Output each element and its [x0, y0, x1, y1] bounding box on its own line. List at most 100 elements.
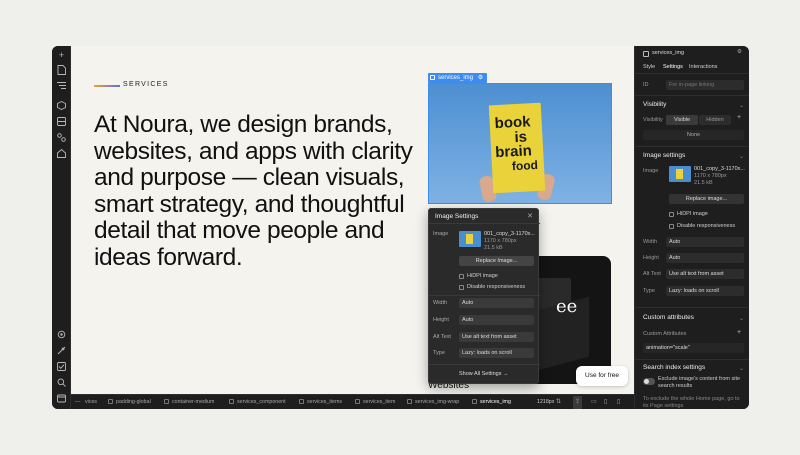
width-readout: 1218px — [537, 399, 555, 405]
search-note: To exclude the whole Home page, go to it… — [643, 396, 740, 409]
custom-attributes-section-title[interactable]: Custom attributes — [643, 314, 694, 321]
panel-divider — [635, 359, 749, 360]
design-canvas[interactable]: SERVICES At Noura, we design brands, web… — [71, 46, 634, 394]
popup-type-label: Type — [433, 350, 445, 356]
check-icon[interactable] — [55, 362, 68, 375]
popup-hidpi-checkbox[interactable] — [459, 274, 464, 279]
settings-gear-icon[interactable]: ⚙ — [478, 75, 483, 81]
alt-text-select[interactable]: Use alt text from asset — [666, 269, 744, 279]
exclude-search-label: Exclude image's content from site search… — [658, 376, 741, 389]
panel-divider — [635, 73, 749, 74]
left-toolbar: + — [52, 46, 71, 409]
search-index-section-title[interactable]: Search index settings — [643, 364, 705, 371]
popup-type-select[interactable]: Lazy: loads on scroll — [459, 348, 534, 358]
popup-image-thumb[interactable] — [459, 231, 481, 247]
navigator-icon[interactable] — [55, 81, 68, 94]
panel-divider — [635, 95, 749, 96]
popup-height-select[interactable]: Auto — [459, 315, 534, 325]
image-label: Image — [643, 168, 659, 174]
tablet-icon[interactable]: ▯ — [604, 395, 607, 409]
disable-resp-checkbox[interactable] — [669, 224, 674, 229]
chevron-down-icon[interactable]: ⌄ — [739, 315, 744, 322]
breadcrumb-item[interactable]: services_items — [299, 395, 342, 409]
breadcrumb-item[interactable]: vices — [85, 395, 97, 409]
breadcrumb-item[interactable]: padding-global — [108, 395, 151, 409]
popup-alt-select[interactable]: Use alt text from asset — [459, 332, 534, 342]
breadcrumb-label: padding-global — [116, 399, 151, 405]
help-icon[interactable] — [55, 394, 68, 407]
arrow-right-icon: → — [503, 371, 509, 377]
show-all-label: Show All Settings — [459, 371, 502, 377]
box-icon[interactable] — [55, 117, 68, 130]
popup-alt-label: Alt Text — [433, 334, 451, 340]
image-thumb[interactable] — [669, 166, 691, 182]
mobile-icon[interactable]: ▯ — [617, 395, 620, 409]
image-settings-popup[interactable]: Image Settings ✕ Image 001_copy_3-1170x.… — [428, 208, 540, 384]
popup-divider — [429, 364, 540, 365]
designer-window: + SERVICES At Noura, we design brands, w… — [52, 46, 749, 409]
popup-width-select[interactable]: Auto — [459, 298, 534, 308]
breadcrumb-label: services_img-wrap — [415, 399, 460, 405]
popup-disable-resp-checkbox[interactable] — [459, 285, 464, 290]
custom-attribute-row[interactable]: animation="scale" — [643, 343, 744, 353]
share-icon[interactable]: ⇪ — [573, 396, 583, 409]
image-element-icon — [643, 51, 649, 57]
height-select[interactable]: Auto — [666, 253, 744, 263]
selection-tag[interactable]: services_img ⚙ — [428, 73, 488, 83]
close-icon[interactable]: ✕ — [527, 212, 533, 220]
chevron-down-icon[interactable]: ⌄ — [739, 365, 744, 372]
breadcrumb-item-current[interactable]: services_img — [472, 395, 511, 409]
breadcrumb-item[interactable]: services_component — [229, 395, 286, 409]
div-block-icon — [407, 399, 412, 404]
popup-replace-button[interactable]: Replace Image... — [459, 256, 534, 266]
display-none-field[interactable]: None — [643, 130, 744, 140]
image-size: 21.5 kB — [694, 180, 713, 186]
id-input[interactable] — [666, 80, 744, 90]
chevron-down-icon[interactable]: ⌄ — [739, 102, 744, 109]
popup-dimensions: 1170 x 780px — [484, 238, 517, 244]
tab-settings[interactable]: Settings — [663, 64, 683, 70]
element-settings-icon[interactable]: ⚙ — [737, 49, 742, 55]
selection-tag-label: services_img — [438, 75, 474, 81]
add-attribute-icon[interactable]: + — [737, 329, 741, 336]
popup-divider — [429, 295, 540, 296]
breadcrumb-item[interactable]: services_img-wrap — [407, 395, 459, 409]
type-select[interactable]: Lazy: loads on scroll — [666, 286, 744, 296]
image-element-icon — [430, 75, 435, 80]
hidden-toggle[interactable]: Hidden — [699, 115, 731, 125]
height-label: Height — [643, 255, 659, 261]
chevron-down-icon[interactable]: ⌄ — [739, 153, 744, 160]
popup-hidpi-label: HiDPI image — [467, 273, 498, 279]
breadcrumb-ellipsis[interactable]: — — [75, 395, 80, 409]
visibility-section-title[interactable]: Visibility — [643, 101, 666, 108]
hero-headline[interactable]: At Noura, we design brands, websites, an… — [94, 111, 414, 272]
desktop-icon[interactable]: ▭ — [591, 395, 597, 409]
replace-image-button[interactable]: Replace image... — [669, 194, 744, 204]
width-select[interactable]: Auto — [666, 237, 744, 247]
breadcrumb-item[interactable]: container-medium — [164, 395, 214, 409]
type-label: Type — [643, 288, 655, 294]
settings-icon[interactable] — [55, 330, 68, 343]
breadcrumb-label: services_component — [237, 399, 286, 405]
exclude-search-toggle[interactable] — [643, 378, 655, 385]
div-block-icon — [229, 399, 234, 404]
breadcrumb-item[interactable]: services_item — [355, 395, 395, 409]
plus-icon[interactable]: + — [55, 49, 68, 62]
image-settings-section-title[interactable]: Image settings — [643, 152, 685, 159]
tab-interactions[interactable]: Interactions — [689, 64, 717, 70]
page-icon[interactable] — [55, 65, 68, 78]
popup-show-all-link[interactable]: Show All Settings → — [459, 371, 509, 377]
assets-icon[interactable] — [55, 133, 68, 146]
visible-toggle[interactable]: Visible — [666, 115, 698, 125]
swap-icon[interactable]: ⇅ — [556, 395, 561, 409]
audit-icon[interactable] — [55, 346, 68, 359]
components-icon[interactable] — [55, 100, 68, 114]
use-for-free-button[interactable]: Use for free — [576, 366, 628, 386]
hidpi-checkbox[interactable] — [669, 212, 674, 217]
cms-icon[interactable] — [55, 148, 68, 162]
tab-style[interactable]: Style — [643, 64, 655, 70]
panel-divider — [635, 307, 749, 308]
add-condition-icon[interactable]: + — [737, 114, 741, 121]
search-icon[interactable] — [55, 378, 68, 391]
breadcrumb-label: vices — [85, 399, 98, 405]
